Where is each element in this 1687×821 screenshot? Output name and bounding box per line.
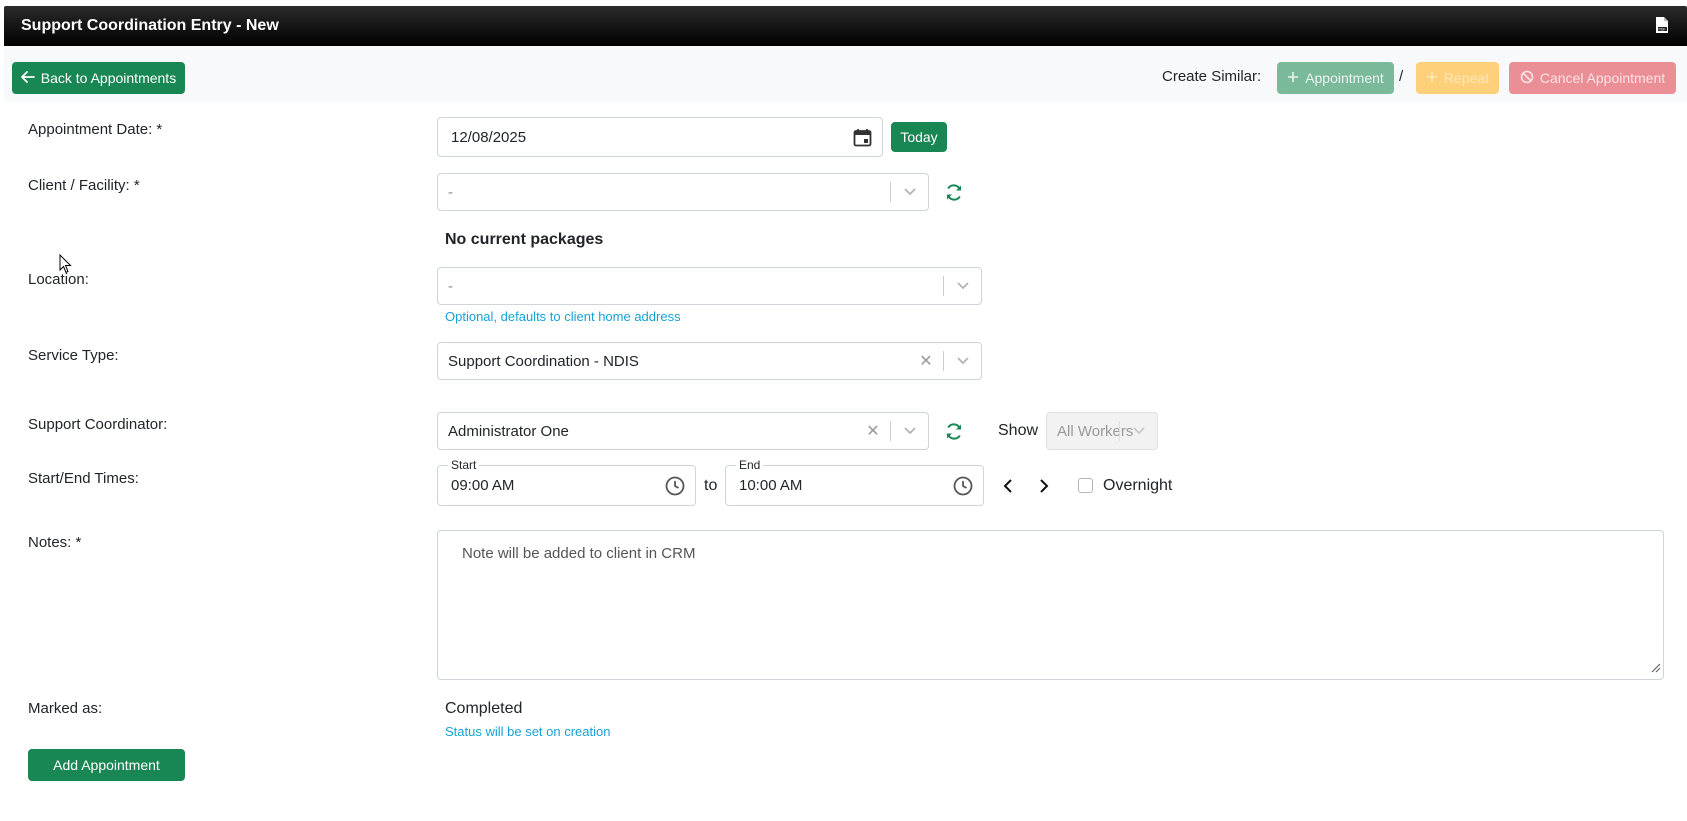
- window-titlebar: Support Coordination Entry - New PDF: [4, 6, 1687, 46]
- create-similar-label: Create Similar:: [1162, 68, 1262, 85]
- window-title: Support Coordination Entry - New: [21, 17, 279, 34]
- cancel-appointment-button[interactable]: Cancel Appointment: [1509, 62, 1676, 94]
- start-end-times-label: Start/End Times:: [28, 470, 139, 487]
- location-select[interactable]: -: [437, 267, 982, 305]
- repeat-button[interactable]: Repeat: [1416, 62, 1499, 94]
- show-label: Show: [998, 422, 1039, 439]
- back-button-label: Back to Appointments: [40, 70, 177, 86]
- clock-icon[interactable]: [953, 476, 973, 500]
- client-facility-select[interactable]: -: [437, 173, 929, 211]
- status-hint: Status will be set on creation: [445, 724, 611, 739]
- chevron-down-icon[interactable]: [892, 174, 928, 210]
- start-time-label: Start: [448, 458, 480, 472]
- service-type-label: Service Type:: [28, 347, 119, 364]
- clear-icon[interactable]: ✕: [863, 413, 883, 449]
- start-time-value: 09:00 AM: [451, 477, 515, 494]
- back-to-appointments-button[interactable]: Back to Appointments: [12, 62, 185, 94]
- today-button[interactable]: Today: [891, 122, 947, 152]
- select-separator: [1119, 421, 1120, 441]
- chevron-down-icon[interactable]: [1121, 413, 1157, 449]
- select-separator: [890, 182, 891, 202]
- add-appointment-button[interactable]: Add Appointment: [28, 749, 185, 781]
- notes-label: Notes: *: [28, 534, 82, 551]
- to-label: to: [704, 477, 718, 494]
- cancel-button-label: Cancel Appointment: [1539, 70, 1666, 86]
- end-time-input[interactable]: End 10:00 AM: [725, 458, 984, 506]
- location-hint: Optional, defaults to client home addres…: [445, 309, 681, 324]
- chevron-down-icon[interactable]: [892, 413, 928, 449]
- calendar-icon[interactable]: [853, 128, 872, 151]
- status-value: Completed: [445, 700, 523, 717]
- start-time-input[interactable]: Start 09:00 AM: [437, 458, 696, 506]
- plus-icon: [1287, 70, 1299, 86]
- appointment-button-label: Appointment: [1305, 70, 1384, 86]
- appointment-date-input[interactable]: 12/08/2025: [437, 117, 883, 157]
- service-type-select[interactable]: Support Coordination - NDIS ✕: [437, 342, 982, 380]
- overnight-label: Overnight: [1103, 477, 1173, 494]
- repeat-button-label: Repeat: [1443, 70, 1490, 86]
- chevron-left-icon[interactable]: [1003, 479, 1013, 498]
- clear-icon[interactable]: ✕: [916, 343, 936, 379]
- location-label: Location:: [28, 271, 89, 288]
- overnight-checkbox[interactable]: [1078, 478, 1093, 493]
- appointment-date-value: 12/08/2025: [451, 128, 527, 146]
- client-facility-label: Client / Facility: *: [28, 177, 140, 194]
- select-separator: [943, 276, 944, 296]
- ban-icon: [1520, 70, 1534, 87]
- chevron-right-icon[interactable]: [1039, 479, 1049, 498]
- toolbar-separator: /: [1399, 68, 1404, 85]
- appointment-date-label: Appointment Date: *: [28, 121, 163, 138]
- refresh-coordinators-icon[interactable]: [945, 423, 963, 445]
- support-coordinator-label: Support Coordinator:: [28, 416, 168, 433]
- chevron-down-icon[interactable]: [945, 343, 981, 379]
- chevron-down-icon[interactable]: [945, 268, 981, 304]
- select-separator: [943, 351, 944, 371]
- notes-placeholder: Note will be added to client in CRM: [462, 545, 696, 562]
- support-coordinator-value: Administrator One: [448, 422, 569, 440]
- show-workers-select[interactable]: All Workers: [1046, 412, 1158, 450]
- arrow-left-icon: [20, 70, 35, 86]
- marked-as-label: Marked as:: [28, 700, 103, 717]
- plus-icon: [1426, 70, 1438, 86]
- pdf-icon[interactable]: PDF: [1655, 17, 1669, 39]
- svg-text:PDF: PDF: [1659, 28, 1666, 32]
- toolbar: Back to Appointments Create Similar: App…: [4, 46, 1687, 102]
- resize-handle-icon[interactable]: [1649, 660, 1661, 677]
- service-type-value: Support Coordination - NDIS: [448, 352, 639, 370]
- refresh-clients-icon[interactable]: [945, 184, 963, 206]
- end-time-label: End: [736, 458, 764, 472]
- support-coordinator-select[interactable]: Administrator One ✕: [437, 412, 929, 450]
- client-facility-value: -: [448, 183, 453, 201]
- no-packages-text: No current packages: [445, 231, 604, 248]
- select-separator: [890, 421, 891, 441]
- end-time-value: 10:00 AM: [739, 477, 803, 494]
- location-value: -: [448, 277, 453, 295]
- notes-textarea[interactable]: Note will be added to client in CRM: [437, 530, 1664, 680]
- create-appointment-button[interactable]: Appointment: [1277, 62, 1394, 94]
- clock-icon[interactable]: [665, 476, 685, 500]
